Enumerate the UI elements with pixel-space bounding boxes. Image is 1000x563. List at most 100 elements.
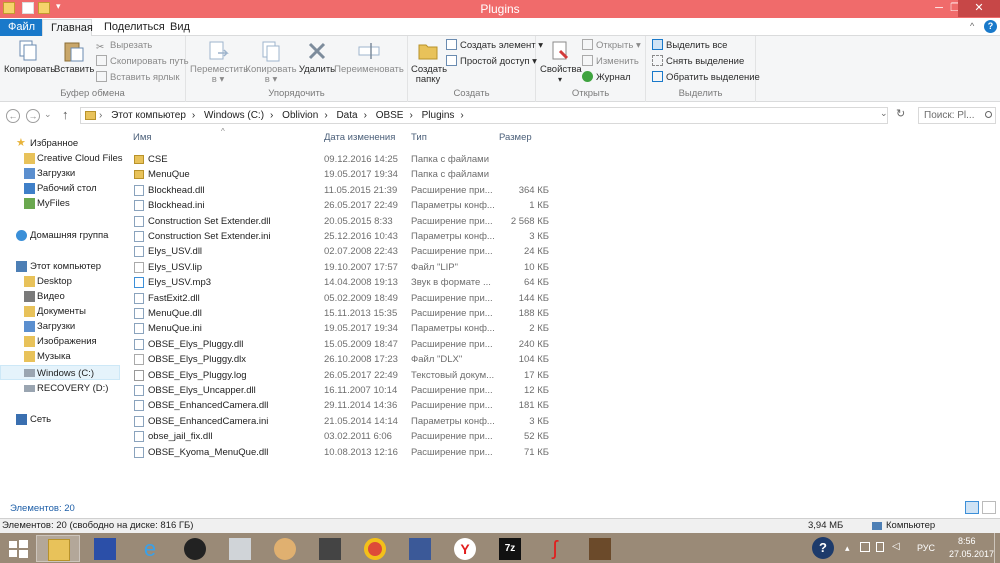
nav-creative-cloud[interactable]: Creative Cloud Files: [0, 151, 123, 166]
file-row[interactable]: OBSE_Elys_Pluggy.log 26.05.2017 22:49 Текс…: [121, 368, 1000, 383]
copy-to-button[interactable]: Копировать в ▾: [244, 39, 298, 85]
nav-downloads[interactable]: Загрузки: [0, 166, 120, 181]
file-row[interactable]: OBSE_Elys_Pluggy.dlx 26.10.2008 17:23 Файл…: [121, 352, 1000, 367]
taskbar-editor[interactable]: [398, 535, 442, 562]
taskbar-7zip[interactable]: 7z: [488, 535, 532, 562]
large-icons-view-button[interactable]: [982, 501, 996, 514]
tab-file[interactable]: Файл: [0, 19, 42, 36]
properties-button[interactable]: Свойства ▾: [540, 39, 582, 85]
select-all-button[interactable]: Выделить все: [652, 39, 727, 53]
start-button[interactable]: [0, 535, 36, 562]
new-item-button[interactable]: Создать элемент ▾: [446, 39, 543, 53]
clock-date[interactable]: 27.05.2017: [949, 549, 994, 559]
address-dropdown-button[interactable]: ⌄: [880, 108, 888, 119]
breadcrumb-data[interactable]: Data: [336, 110, 357, 121]
invert-selection-button[interactable]: Обратить выделение: [652, 71, 760, 85]
power-tray-icon[interactable]: [876, 542, 884, 552]
clock-time[interactable]: 8:56: [958, 536, 976, 546]
nav-recovery-d[interactable]: RECOVERY (D:): [0, 381, 120, 396]
column-header-name[interactable]: Имя: [133, 132, 152, 143]
taskbar-ie[interactable]: e: [128, 535, 172, 562]
taskbar-photos[interactable]: [218, 535, 262, 562]
show-hidden-icons[interactable]: ▴: [845, 543, 850, 554]
file-row[interactable]: Elys_USV.lip 19.10.2007 17:57 Файл "LIP" 10…: [121, 260, 1000, 275]
breadcrumb-this-pc[interactable]: Этот компьютер: [111, 110, 186, 121]
address-bar[interactable]: › Этот компьютер › Windows (C:) › Oblivion…: [80, 107, 888, 124]
move-to-button[interactable]: Переместить в ▾: [190, 39, 248, 85]
file-row[interactable]: OBSE_Elys_Pluggy.dll 15.05.2009 18:47 Расш…: [121, 337, 1000, 352]
nav-pictures[interactable]: Изображения: [0, 334, 120, 349]
file-row[interactable]: CSE 09.12.2016 14:25 Папка с файлами: [121, 152, 1000, 167]
breadcrumb-oblivion[interactable]: Oblivion: [282, 110, 318, 121]
help-icon[interactable]: ?: [984, 20, 997, 33]
taskbar-chrome[interactable]: [353, 535, 397, 562]
edit-button[interactable]: Изменить: [582, 55, 639, 69]
back-button[interactable]: ←: [6, 109, 20, 123]
file-row[interactable]: Elys_USV.dll 02.07.2008 22:43 Расширение п…: [121, 244, 1000, 259]
open-button[interactable]: Открыть ▾: [582, 39, 641, 53]
recent-locations-button[interactable]: ⌄: [44, 109, 52, 120]
breadcrumb-obse[interactable]: OBSE: [376, 110, 404, 121]
close-button[interactable]: ✕: [958, 0, 1000, 17]
new-folder-button[interactable]: Создать папку: [410, 39, 447, 85]
nav-myfiles[interactable]: MyFiles: [0, 196, 120, 211]
file-row[interactable]: OBSE_Kyoma_MenuQue.dll 10.08.2013 12:16 Ра…: [121, 445, 1000, 460]
nav-network[interactable]: Сеть: [0, 412, 120, 427]
taskbar-media[interactable]: [173, 535, 217, 562]
up-button[interactable]: ↑: [62, 107, 69, 122]
nav-homegroup[interactable]: Домашняя группа: [0, 228, 120, 243]
refresh-button[interactable]: ↻: [896, 107, 905, 120]
column-header-date[interactable]: Дата изменения: [324, 132, 395, 143]
file-row[interactable]: OBSE_EnhancedCamera.dll 29.11.2014 14:36 Р…: [121, 398, 1000, 413]
taskbar-paint[interactable]: [263, 535, 307, 562]
file-row[interactable]: MenuQue.dll 15.11.2013 15:35 Расширение пр…: [121, 306, 1000, 321]
taskbar-yandex[interactable]: Y: [443, 535, 487, 562]
easy-access-button[interactable]: Простой доступ ▾: [446, 55, 537, 69]
file-row[interactable]: OBSE_Elys_Uncapper.dll 16.11.2007 10:14 Ра…: [121, 383, 1000, 398]
show-desktop-button[interactable]: [994, 533, 1000, 563]
history-button[interactable]: Журнал: [582, 71, 631, 85]
paste-button[interactable]: Вставить: [54, 39, 94, 75]
file-row[interactable]: FastExit2.dll 05.02.2009 18:49 Расширение …: [121, 291, 1000, 306]
file-row[interactable]: MenuQue.ini 19.05.2017 19:34 Параметры кон…: [121, 321, 1000, 336]
taskbar-app[interactable]: [308, 535, 352, 562]
taskbar-acrobat[interactable]: ʃ: [533, 535, 577, 562]
breadcrumb-plugins[interactable]: Plugins: [422, 110, 455, 121]
rename-button[interactable]: Переименовать: [334, 39, 404, 75]
taskbar-save-app[interactable]: [83, 535, 127, 562]
file-row[interactable]: OBSE_EnhancedCamera.ini 21.05.2014 14:14 П…: [121, 414, 1000, 429]
copy-path-button[interactable]: Скопировать путь: [96, 55, 189, 69]
taskbar-game[interactable]: [578, 535, 622, 562]
details-view-button[interactable]: [965, 501, 979, 514]
nav-documents[interactable]: Документы: [0, 304, 120, 319]
file-row[interactable]: Blockhead.ini 26.05.2017 22:49 Параметры к…: [121, 198, 1000, 213]
file-row[interactable]: Blockhead.dll 11.05.2015 21:39 Расширение …: [121, 183, 1000, 198]
delete-button[interactable]: Удалить: [298, 39, 336, 75]
help-tray-icon[interactable]: ?: [812, 537, 834, 559]
nav-favorites[interactable]: ★ Избранное: [0, 136, 120, 151]
nav-music[interactable]: Музыка: [0, 349, 120, 364]
network-tray-icon[interactable]: [860, 542, 870, 552]
taskbar-explorer[interactable]: [36, 535, 80, 562]
file-row[interactable]: Construction Set Extender.ini 25.12.2016 …: [121, 229, 1000, 244]
file-row[interactable]: obse_jail_fix.dll 03.02.2011 6:06 Расширен…: [121, 429, 1000, 444]
tab-home[interactable]: Главная: [42, 19, 93, 37]
nav-videos[interactable]: Видео: [0, 289, 120, 304]
language-indicator[interactable]: РУС: [917, 543, 935, 553]
file-row[interactable]: Construction Set Extender.dll 20.05.2015 …: [121, 214, 1000, 229]
collapse-ribbon-icon[interactable]: ^: [970, 21, 974, 31]
copy-button[interactable]: Копировать: [4, 39, 55, 75]
column-header-type[interactable]: Тип: [411, 132, 427, 143]
file-row[interactable]: Elys_USV.mp3 14.04.2008 19:13 Звук в форма…: [121, 275, 1000, 290]
nav-desktop[interactable]: Рабочий стол: [0, 181, 120, 196]
column-header-size[interactable]: Размер: [499, 132, 532, 143]
file-row[interactable]: MenuQue 19.05.2017 19:34 Папка с файлами: [121, 167, 1000, 182]
volume-tray-icon[interactable]: ◁: [892, 541, 900, 552]
tab-view[interactable]: Вид: [162, 19, 198, 36]
select-none-button[interactable]: Снять выделение: [652, 55, 744, 69]
forward-button[interactable]: →: [26, 109, 40, 123]
cut-button[interactable]: ✂ Вырезать: [96, 39, 152, 53]
nav-pc-downloads[interactable]: Загрузки: [0, 319, 120, 334]
nav-this-pc[interactable]: Этот компьютер: [0, 259, 120, 274]
nav-windows-c[interactable]: Windows (C:): [0, 365, 120, 380]
